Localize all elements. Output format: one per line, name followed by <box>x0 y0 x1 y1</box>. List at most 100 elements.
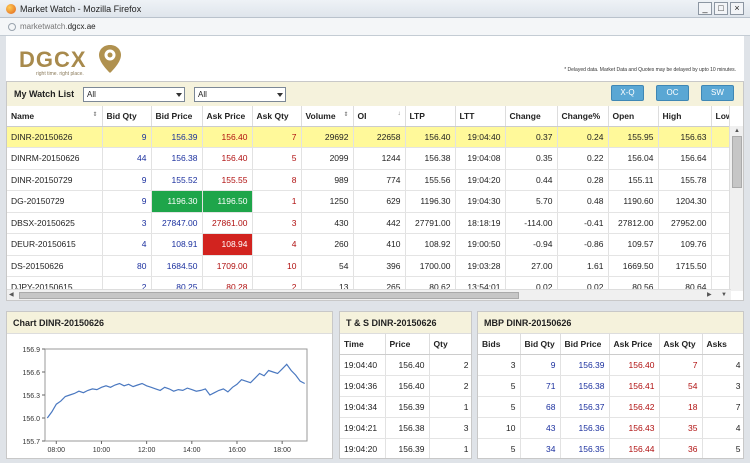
x-tick-label: 08:00 <box>48 447 66 454</box>
mbp-col-asks: Asks <box>702 334 743 355</box>
col-header-open[interactable]: Open <box>608 106 659 127</box>
url-domain: dgcx.ae <box>67 22 96 31</box>
market-by-price-panel: MBP DINR-20150626 Bids Bid Qty Bid Price… <box>477 311 744 459</box>
cell-bid-qty: 3 <box>102 212 152 234</box>
cell-ask-price: 27861.00 <box>202 212 253 234</box>
mbp-cell-bid-price: 156.36 <box>560 417 610 439</box>
cell-low <box>711 233 730 256</box>
col-header-high[interactable]: High <box>658 106 712 127</box>
minimize-icon[interactable]: _ <box>698 2 712 15</box>
cell-ltp: 108.92 <box>405 233 456 256</box>
cell-high: 27952.00 <box>658 212 712 234</box>
ts-panel-title: T & S DINR-20150626 <box>340 312 471 334</box>
watchlist-row[interactable]: DINRM-20150626 44 156.38 156.40 5 2099 1244 156… <box>7 147 730 170</box>
sort-icon: ⇕ <box>343 111 349 118</box>
watchlist-row[interactable]: DBSX-20150625 3 27847.00 27861.00 3 430 442 277… <box>7 212 730 234</box>
col-header-ltp[interactable]: LTP <box>405 106 456 127</box>
cell-volume: 430 <box>301 212 354 234</box>
url-text[interactable]: marketwatch.dgcx.ae <box>20 22 96 31</box>
col-header-oi[interactable]: OI ↓ <box>353 106 406 127</box>
cell-change-pct: -0.41 <box>557 212 609 234</box>
mbp-cell-bids: 5 <box>478 375 521 397</box>
cell-low <box>711 190 730 213</box>
cell-change-pct: 0.22 <box>557 147 609 170</box>
cell-name: DINR-20150729 <box>7 169 103 191</box>
cell-low <box>711 169 730 191</box>
col-header-volume[interactable]: Volume ⇕ <box>301 106 354 127</box>
ts-row: 19:04:20 156.39 1 <box>340 438 471 458</box>
price-chart[interactable]: 155.7 156.0 156.3 156.6 156.9 08:00 10:00 12:00… <box>7 335 333 459</box>
mbp-row: 10 43 156.36 156.43 35 4 <box>478 417 743 439</box>
mbp-panel-title: MBP DINR-20150626 <box>478 312 743 334</box>
filter-1-value: All <box>87 90 96 99</box>
x-tick-label: 14:00 <box>183 447 201 454</box>
col-header-name[interactable]: Name ⇕ <box>7 106 103 127</box>
cell-change: 0.44 <box>505 169 558 191</box>
xq-button[interactable]: X-Q <box>611 85 644 101</box>
watchlist-filter-select-1[interactable]: All <box>83 87 185 102</box>
col-header-bid-price[interactable]: Bid Price <box>151 106 203 127</box>
cell-volume: 54 <box>301 255 354 277</box>
col-header-ask-price[interactable]: Ask Price <box>202 106 253 127</box>
watchlist-row[interactable]: DINR-20150729 9 155.52 155.55 8 989 774 155.56 1… <box>7 169 730 191</box>
cell-bid-price: 155.52 <box>151 169 203 191</box>
cell-volume: 29692 <box>301 126 354 148</box>
cell-ask-price: 156.40 <box>202 126 253 148</box>
ts-row: 19:04:34 156.39 1 <box>340 396 471 418</box>
ts-cell-time: 19:04:21 <box>340 417 386 439</box>
scroll-left-icon[interactable]: ◀ <box>9 291 14 299</box>
scroll-down-icon[interactable]: ▼ <box>721 291 727 299</box>
cell-change-pct: 0.28 <box>557 169 609 191</box>
firefox-icon <box>6 3 16 14</box>
cell-ask-price: 1196.50 <box>202 190 253 213</box>
watchlist-row[interactable]: DEUR-20150615 4 108.91 108.94 4 260 410 108.92 1… <box>7 233 730 256</box>
watchlist-row[interactable]: DINR-20150626 9 156.39 156.40 7 29692 22658 156… <box>7 126 730 148</box>
site-identity-icon[interactable] <box>8 22 16 31</box>
cell-ltp: 27791.00 <box>405 212 456 234</box>
cell-ask-price: 155.55 <box>202 169 253 191</box>
cell-change: 27.00 <box>505 255 558 277</box>
cell-open: 155.95 <box>608 126 659 148</box>
watchlist-row[interactable]: DS-20150626 80 1684.50 1709.00 10 54 396 1700.0… <box>7 255 730 277</box>
vertical-scroll-thumb[interactable] <box>732 136 742 188</box>
cell-ltp: 1700.00 <box>405 255 456 277</box>
y-tick-label: 156.9 <box>22 347 40 354</box>
watchlist-row[interactable]: DG-20150729 9 1196.30 1196.50 1 1250 629 1196.3… <box>7 190 730 213</box>
col-header-change-pct[interactable]: Change% <box>557 106 609 127</box>
url-bar[interactable]: marketwatch.dgcx.ae <box>0 18 750 36</box>
mbp-cell-asks: 4 <box>702 354 743 376</box>
page-header: DGCX right time. right place. * Delayed … <box>6 36 744 81</box>
cell-open: 1669.50 <box>608 255 659 277</box>
watchlist-vertical-scrollbar[interactable]: ▲ <box>729 126 743 291</box>
scroll-right-icon[interactable]: ▶ <box>707 291 712 299</box>
watchlist-horizontal-scrollbar[interactable]: ◀ ▶ ▼ <box>7 289 731 300</box>
watchlist-filter-select-2[interactable]: All <box>194 87 286 102</box>
scroll-up-icon[interactable]: ▲ <box>734 127 740 135</box>
ts-cell-time: 19:04:20 <box>340 438 386 458</box>
close-icon[interactable]: × <box>730 2 744 15</box>
ts-col-qty: Qty <box>429 334 471 355</box>
url-prefix: marketwatch. <box>20 22 68 31</box>
cell-high: 109.76 <box>658 233 712 256</box>
mbp-cell-bids: 5 <box>478 396 521 418</box>
col-header-ltt[interactable]: LTT <box>455 106 506 127</box>
logo-tagline: right time. right place. <box>36 71 84 77</box>
col-header-change[interactable]: Change <box>505 106 558 127</box>
ts-cell-price: 156.40 <box>385 375 430 397</box>
cell-ask-qty: 8 <box>252 169 302 191</box>
cell-change: -0.94 <box>505 233 558 256</box>
y-tick-label: 156.6 <box>22 370 40 377</box>
col-header-ask-qty[interactable]: Ask Qty <box>252 106 302 127</box>
sw-button[interactable]: SW <box>701 85 734 101</box>
cell-low <box>711 212 730 234</box>
oc-button[interactable]: OC <box>656 85 689 101</box>
maximize-icon[interactable]: □ <box>714 2 728 15</box>
cell-low <box>711 147 730 170</box>
col-header-bid-qty[interactable]: Bid Qty <box>102 106 152 127</box>
dgcx-logo[interactable]: DGCX <box>19 47 87 73</box>
ts-cell-price: 156.40 <box>385 354 430 376</box>
dgcx-pin-logo-icon <box>99 45 121 73</box>
cell-oi: 1244 <box>353 147 406 170</box>
horizontal-scroll-thumb[interactable] <box>19 292 519 299</box>
col-header-low[interactable]: Low <box>711 106 730 127</box>
